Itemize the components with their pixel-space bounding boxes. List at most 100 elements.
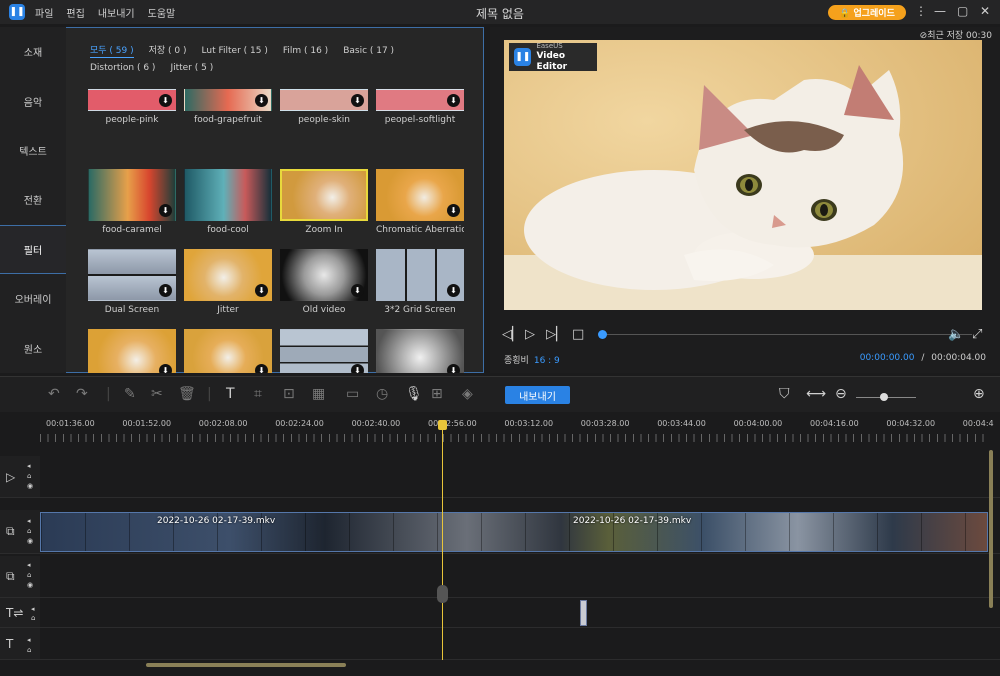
sidebar-item-music[interactable]: 음악 <box>0 76 66 125</box>
filter-item[interactable]: ⬇ peopel-softlight <box>376 89 464 125</box>
zoom-slider-knob[interactable] <box>880 393 888 401</box>
lock-icon[interactable]: ⌂ <box>27 571 31 579</box>
download-icon[interactable]: ⬇ <box>159 284 172 297</box>
close-icon[interactable]: ✕ <box>980 4 990 18</box>
filter-thumbnail[interactable]: ⬇ <box>376 89 464 111</box>
tab-basic[interactable]: Basic ( 17 ) <box>343 46 394 58</box>
lock-icon[interactable]: ⌂ <box>27 472 31 480</box>
playhead-handle[interactable] <box>438 420 447 430</box>
filter-item[interactable]: ⬇Greyscale <box>376 329 464 373</box>
volume-small-icon[interactable]: ◂ <box>27 561 31 569</box>
minimize-icon[interactable]: — <box>934 4 946 18</box>
menu-export[interactable]: 내보내기 <box>98 5 135 20</box>
filter-thumbnail[interactable]: ⬇ <box>376 329 464 373</box>
filter-item[interactable]: Zoom In <box>280 169 368 235</box>
tab-lut-filter[interactable]: Lut Filter ( 15 ) <box>202 46 268 58</box>
next-frame-icon[interactable]: ▷▏ <box>546 327 566 342</box>
filter-thumbnail[interactable]: ⬇ <box>184 89 272 111</box>
download-icon[interactable]: ⬇ <box>351 364 364 373</box>
filter-thumbnail[interactable]: ⬇ <box>88 169 176 221</box>
filter-thumbnail[interactable]: ⬇ <box>280 329 368 373</box>
filter-item[interactable]: ⬇ people-pink <box>88 89 176 125</box>
crop-icon[interactable]: ⌗ <box>254 386 262 402</box>
filter-item[interactable]: ⬇ Chromatic Aberration <box>376 169 464 235</box>
download-icon[interactable]: ⬇ <box>255 284 268 297</box>
fullscreen-icon[interactable]: ⤢ <box>972 327 982 342</box>
filter-thumbnail[interactable]: ⬇ <box>184 249 272 301</box>
redo-icon[interactable]: ↷ <box>76 386 88 402</box>
text-tool-icon[interactable]: T <box>226 386 235 402</box>
upgrade-button[interactable]: 🔒 업그레이드 <box>828 5 906 20</box>
download-icon[interactable]: ⬇ <box>159 204 172 217</box>
text-clip[interactable] <box>580 600 587 626</box>
menu-help[interactable]: 도움말 <box>148 5 176 20</box>
filter-thumbnail[interactable] <box>184 169 272 221</box>
filter-item[interactable]: ⬇ people-skin <box>280 89 368 125</box>
download-icon[interactable]: ⬇ <box>255 94 268 107</box>
lock-icon[interactable]: ⌂ <box>27 646 31 654</box>
filter-thumbnail[interactable]: ⬇ <box>280 249 368 301</box>
more-menu-icon[interactable]: ⋮ <box>915 4 927 18</box>
aspect-ratio[interactable]: 종횡비 16 : 9 <box>504 353 560 366</box>
download-icon[interactable]: ⬇ <box>159 94 172 107</box>
volume-small-icon[interactable]: ◂ <box>27 462 31 470</box>
filter-thumbnail[interactable]: ⬇ <box>184 329 272 373</box>
download-icon[interactable]: ⬇ <box>447 204 460 217</box>
filter-thumbnail[interactable]: ⬇ <box>88 249 176 301</box>
download-icon[interactable]: ⬇ <box>447 94 460 107</box>
freeze-frame-icon[interactable]: ⊡ <box>283 386 295 402</box>
undo-icon[interactable]: ↶ <box>48 386 60 402</box>
timeline-horizontal-scrollbar[interactable] <box>146 663 346 667</box>
speed-icon[interactable]: ◷ <box>376 386 388 402</box>
stop-icon[interactable]: □ <box>572 327 584 342</box>
playback-progress-track[interactable] <box>602 334 972 335</box>
playhead-line[interactable] <box>442 424 443 660</box>
tab-distortion[interactable]: Distortion ( 6 ) <box>90 63 155 74</box>
zoom-out-icon[interactable]: ⊖ <box>835 386 847 402</box>
filter-item[interactable]: food-cool <box>184 169 272 235</box>
eye-icon[interactable]: ◉ <box>27 482 33 490</box>
tab-saved[interactable]: 저장 ( 0 ) <box>149 46 187 58</box>
sidebar-item-overlay[interactable]: 오버레이 <box>0 274 66 323</box>
video-clip[interactable]: 2022-10-26 02-17-39.mkv 2022-10-26 02-17… <box>40 512 988 552</box>
trash-icon[interactable]: 🗑 <box>178 386 196 402</box>
filter-thumbnail[interactable] <box>280 169 368 221</box>
menu-file[interactable]: 파일 <box>35 5 53 20</box>
filter-thumbnail[interactable]: ⬇ <box>376 249 464 301</box>
timeline-vertical-scrollbar[interactable] <box>989 450 993 608</box>
green-screen-icon[interactable]: ⊞ <box>431 386 443 402</box>
sidebar-item-media[interactable]: 소재 <box>0 27 66 76</box>
playhead-drag-grip[interactable] <box>437 585 448 603</box>
lock-icon[interactable]: ⌂ <box>31 614 35 622</box>
download-icon[interactable]: ⬇ <box>447 284 460 297</box>
maximize-icon[interactable]: ▢ <box>957 4 968 18</box>
filter-thumbnail[interactable]: ⬇ <box>88 329 176 373</box>
download-icon[interactable]: ⬇ <box>447 364 460 373</box>
filter-thumbnail[interactable]: ⬇ <box>280 89 368 111</box>
download-icon[interactable]: ⬇ <box>255 364 268 373</box>
filter-item[interactable]: ⬇ Dual Screen <box>88 249 176 315</box>
download-icon[interactable]: ⬇ <box>159 364 172 373</box>
menu-edit[interactable]: 편집 <box>66 5 84 20</box>
aspect-ratio-value[interactable]: 16 : 9 <box>534 356 560 366</box>
tab-all[interactable]: 모두 ( 59 ) <box>90 46 134 58</box>
filter-item[interactable]: ⬇Lenticular <box>184 329 272 373</box>
step-back-icon[interactable]: ◁▏ <box>502 327 522 342</box>
filter-item[interactable]: ⬇ food-grapefruit <box>184 89 272 125</box>
voiceover-mic-icon[interactable]: 🎙 <box>405 386 423 402</box>
zoom-in-icon[interactable]: ⊕ <box>973 386 985 402</box>
tab-jitter[interactable]: Jitter ( 5 ) <box>170 63 213 74</box>
marker-icon[interactable]: ⛉ <box>779 386 790 402</box>
lock-icon[interactable]: ⌂ <box>27 527 31 535</box>
download-icon[interactable]: ⬇ <box>351 94 364 107</box>
fit-timeline-icon[interactable]: ⟷ <box>806 386 826 402</box>
filter-item[interactable]: ⬇Triple Screen <box>280 329 368 373</box>
volume-small-icon[interactable]: ◂ <box>27 636 31 644</box>
aspect-icon[interactable]: ▭ <box>346 386 359 402</box>
mosaic-icon[interactable]: ▦ <box>312 386 325 402</box>
sidebar-item-filter[interactable]: 필터 <box>0 224 66 274</box>
filter-item[interactable]: ⬇ food-caramel <box>88 169 176 235</box>
filter-item[interactable]: ⬇ Old video <box>280 249 368 315</box>
volume-small-icon[interactable]: ◂ <box>31 605 35 613</box>
sidebar-item-elements[interactable]: 원소 <box>0 323 66 372</box>
